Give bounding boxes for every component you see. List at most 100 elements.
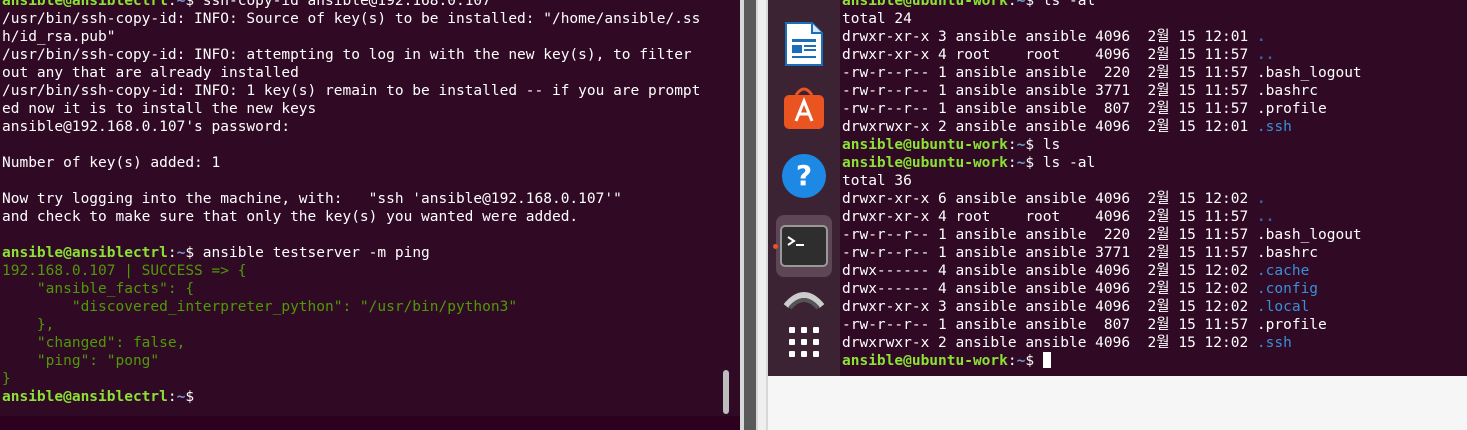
software-center-icon <box>784 87 824 129</box>
terminal-line: -rw-r--r-- 1 ansible ansible 807 2월 15 1… <box>842 100 1362 118</box>
terminal-line: drwxr-xr-x 4 root root 4096 2월 15 11:57 … <box>842 208 1362 226</box>
dock-item-disk[interactable] <box>776 282 832 312</box>
terminal-line: "discovered_interpreter_python": "/usr/b… <box>2 298 700 316</box>
prompt-user: ansible@ansiblectrl <box>2 0 168 9</box>
terminal-text: .config <box>1256 281 1319 297</box>
terminal-text: /usr/bin/ssh-copy-id: INFO: 1 key(s) rem… <box>2 83 701 99</box>
prompt-user: ansible@ubuntu-work <box>842 155 1008 171</box>
terminal-line: out any that are already installed <box>2 64 700 82</box>
terminal-text: $ ssh-copy-id ansible@192.168.0.107 <box>185 0 491 9</box>
terminal-line: drwx------ 4 ansible ansible 4096 2월 15 … <box>842 280 1362 298</box>
terminal-line: ansible@ubuntu-work:~$ ls <box>842 136 1362 154</box>
terminal-text: : <box>1007 0 1017 9</box>
terminal-text: drwxr-xr-x 3 ansible ansible 4096 2월 15 … <box>842 299 1257 315</box>
terminal-text: /usr/bin/ssh-copy-id: INFO: attempting t… <box>2 47 692 63</box>
terminal-text: $ ls -al <box>1025 0 1096 9</box>
desktop-background <box>768 376 1467 430</box>
terminal-line: ed now it is to install the new keys <box>2 100 700 118</box>
terminal-line: -rw-r--r-- 1 ansible ansible 807 2월 15 1… <box>842 316 1362 334</box>
terminal-line: /usr/bin/ssh-copy-id: INFO: 1 key(s) rem… <box>2 82 700 100</box>
terminal-text: $ <box>185 389 203 405</box>
libreoffice-writer-icon <box>785 22 823 66</box>
terminal-line: drwxr-xr-x 6 ansible ansible 4096 2월 15 … <box>842 190 1362 208</box>
prompt-user: ansible@ubuntu-work <box>842 0 1008 9</box>
left-terminal-output: ansible@ansiblectrl:~$ ssh-copy-id ansib… <box>2 0 700 406</box>
terminal-text: and check to make sure that only the key… <box>2 209 579 225</box>
terminal-text: drwxrwxr-x 2 ansible ansible 4096 2월 15 … <box>842 119 1257 135</box>
terminal-line: Number of key(s) added: 1 <box>2 154 700 172</box>
terminal-text: /usr/bin/ssh-copy-id: INFO: Source of ke… <box>2 11 701 27</box>
terminal-line: ansible@ubuntu-work:~$ <box>842 352 1362 370</box>
terminal-line: ansible@192.168.0.107's password: <box>2 118 700 136</box>
terminal-line: total 24 <box>842 10 1362 28</box>
right-terminal-window[interactable]: ansible@ubuntu-work:~$ ls -al total 24 drw… <box>768 0 1467 376</box>
terminal-line: -rw-r--r-- 1 ansible ansible 3771 2월 15 … <box>842 244 1362 262</box>
terminal-line: ansible@ansiblectrl:~$ ansible testserve… <box>2 244 700 262</box>
terminal-line: drwxrwxr-x 2 ansible ansible 4096 2월 15 … <box>842 118 1362 136</box>
terminal-text: -rw-r--r-- 1 ansible ansible 3771 2월 15 … <box>842 83 1319 99</box>
terminal-line: drwxr-xr-x 3 ansible ansible 4096 2월 15 … <box>842 298 1362 316</box>
terminal-text: .. <box>1256 209 1275 225</box>
terminal-line: and check to make sure that only the key… <box>2 208 700 226</box>
terminal-text: drwxr-xr-x 3 ansible ansible 4096 2월 15 … <box>842 29 1257 45</box>
terminal-text: "discovered_interpreter_python": "/usr/b… <box>2 299 518 315</box>
dock-item-help[interactable]: ? <box>776 148 832 204</box>
dock-item-show-apps[interactable] <box>776 314 832 370</box>
terminal-line: h/id_rsa.pub" <box>2 28 700 46</box>
dock-item-terminal[interactable] <box>776 215 832 277</box>
terminal-text: } <box>2 371 11 387</box>
terminal-text: .. <box>1256 47 1275 63</box>
terminal-text: total 24 <box>842 11 912 27</box>
terminal-line: drwxr-xr-x 4 root root 4096 2월 15 11:57 … <box>842 46 1362 64</box>
terminal-text: "ansible_facts": { <box>2 281 195 297</box>
ubuntu-dock: ? <box>768 0 840 376</box>
terminal-line: } <box>2 370 700 388</box>
terminal-line: -rw-r--r-- 1 ansible ansible 220 2월 15 1… <box>842 64 1362 82</box>
running-indicator <box>773 244 778 249</box>
divider-strip <box>758 0 766 430</box>
terminal-text: . <box>1256 29 1266 45</box>
left-terminal-window[interactable]: ansible@ansiblectrl:~$ ssh-copy-id ansib… <box>0 0 740 416</box>
terminal-text: : <box>167 389 177 405</box>
left-terminal-scrollbar[interactable] <box>723 370 729 414</box>
terminal-text: drwxr-xr-x 4 root root 4096 2월 15 11:57 <box>842 47 1257 63</box>
terminal-line: /usr/bin/ssh-copy-id: INFO: Source of ke… <box>2 10 700 28</box>
dock-item-writer[interactable] <box>776 16 832 72</box>
terminal-text: : <box>167 245 177 261</box>
terminal-text: : <box>167 0 177 9</box>
terminal-text: -rw-r--r-- 1 ansible ansible 220 2월 15 1… <box>842 227 1362 243</box>
terminal-line: drwxr-xr-x 3 ansible ansible 4096 2월 15 … <box>842 28 1362 46</box>
terminal-line: drwxrwxr-x 2 ansible ansible 4096 2월 15 … <box>842 334 1362 352</box>
terminal-text: $ <box>1025 353 1043 369</box>
show-apps-icon <box>789 327 819 357</box>
terminal-text: .local <box>1256 299 1310 315</box>
prompt-user: ansible@ansiblectrl <box>2 245 168 261</box>
dock-item-software[interactable] <box>776 80 832 136</box>
terminal-text: Number of key(s) added: 1 <box>2 155 221 171</box>
terminal-cursor <box>1042 352 1051 368</box>
terminal-text: -rw-r--r-- 1 ansible ansible 220 2월 15 1… <box>842 65 1362 81</box>
terminal-line: -rw-r--r-- 1 ansible ansible 3771 2월 15 … <box>842 82 1362 100</box>
terminal-line: "changed": false, <box>2 334 700 352</box>
divider-strip <box>744 0 756 430</box>
terminal-text: . <box>1256 191 1266 207</box>
terminal-line: ansible@ubuntu-work:~$ ls -al <box>842 0 1362 10</box>
terminal-line: 192.168.0.107 | SUCCESS => { <box>2 262 700 280</box>
terminal-text: : <box>1007 155 1017 171</box>
svg-text:?: ? <box>796 159 812 192</box>
terminal-text: }, <box>2 317 55 333</box>
terminal-text: ed now it is to install the new keys <box>2 101 317 117</box>
left-window-bottom-edge <box>0 416 740 430</box>
terminal-line: "ping": "pong" <box>2 352 700 370</box>
right-terminal-output: ansible@ubuntu-work:~$ ls -al total 24 drw… <box>842 0 1362 370</box>
terminal-text: h/id_rsa.pub" <box>2 29 116 45</box>
terminal-line: ansible@ubuntu-work:~$ ls -al <box>842 154 1362 172</box>
terminal-line: drwx------ 4 ansible ansible 4096 2월 15 … <box>842 262 1362 280</box>
terminal-text: .ssh <box>1256 335 1292 351</box>
terminal-icon <box>780 225 828 267</box>
terminal-text: drwxr-xr-x 6 ansible ansible 4096 2월 15 … <box>842 191 1257 207</box>
terminal-text: 192.168.0.107 | SUCCESS => { <box>2 263 247 279</box>
terminal-text: .ssh <box>1256 119 1292 135</box>
